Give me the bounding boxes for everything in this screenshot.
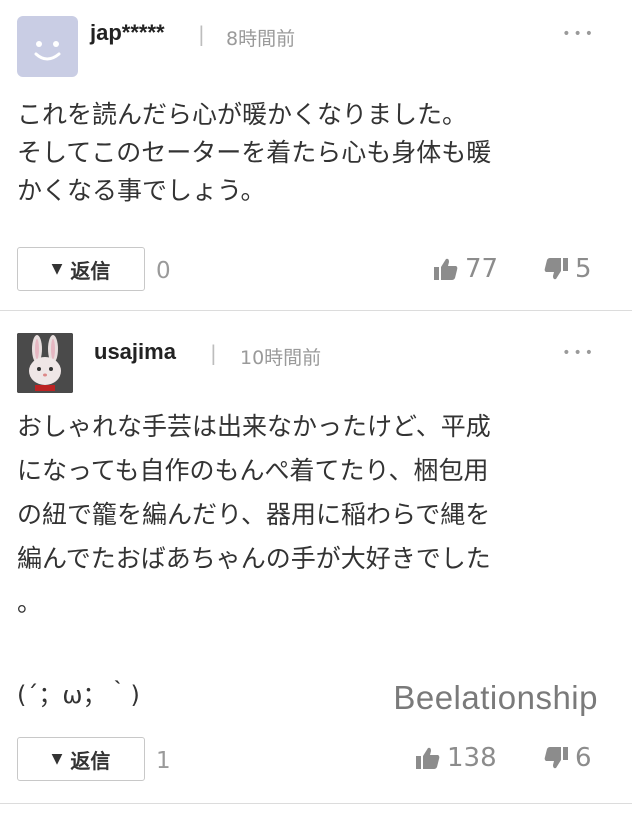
- reply-button[interactable]: ▼ 返信: [17, 247, 145, 291]
- dislike-button[interactable]: 5: [543, 254, 592, 284]
- reply-count: 0: [156, 258, 171, 284]
- like-button[interactable]: 138: [415, 743, 497, 773]
- rabbit-avatar-icon: [17, 333, 73, 393]
- more-options-icon[interactable]: •••: [562, 345, 596, 361]
- more-options-icon[interactable]: •••: [562, 26, 596, 42]
- smiley-avatar-icon: [34, 41, 61, 61]
- thumbs-down-icon: [544, 747, 568, 769]
- comment-body: これを読んだら心が暖かくなりました。 そしてこのセーターを着たら心も身体も暖 か…: [17, 100, 492, 205]
- watermark: Beelationship: [393, 679, 598, 716]
- emoticon: (´；ω；｀): [17, 681, 140, 709]
- thumbs-up-icon: [434, 258, 458, 280]
- dislike-button[interactable]: 6: [543, 743, 592, 773]
- comment-item: jap***** | 8時間前 ••• これを読んだら心が暖かくなりました。 そ…: [0, 0, 632, 311]
- triangle-down-icon: ▼: [51, 751, 63, 767]
- reply-count: 1: [156, 748, 171, 774]
- thumbs-down-icon: [544, 258, 568, 280]
- thumbs-up-icon: [416, 747, 440, 769]
- avatar[interactable]: [17, 16, 78, 77]
- username[interactable]: jap*****: [90, 20, 165, 46]
- comment-body: おしゃれな手芸は出来なかったけど、平成 になっても自作のもんぺ着てたり、梱包用 …: [17, 412, 491, 617]
- like-count: 77: [465, 254, 499, 284]
- avatar[interactable]: [17, 333, 73, 393]
- separator: |: [210, 341, 217, 365]
- separator: |: [198, 22, 205, 46]
- dislike-count: 5: [575, 254, 592, 284]
- username[interactable]: usajima: [94, 339, 176, 365]
- comment-item: usajima | 10時間前 ••• おしゃれな手芸は出来なかったけど、平成 …: [0, 311, 632, 804]
- dislike-count: 6: [575, 743, 592, 773]
- timestamp: 10時間前: [240, 347, 322, 369]
- reply-label: 返信: [70, 258, 111, 283]
- reply-button[interactable]: ▼ 返信: [17, 737, 145, 781]
- like-count: 138: [447, 743, 497, 773]
- reply-label: 返信: [70, 748, 111, 773]
- timestamp: 8時間前: [226, 28, 296, 50]
- like-button[interactable]: 77: [433, 254, 498, 284]
- triangle-down-icon: ▼: [51, 261, 63, 277]
